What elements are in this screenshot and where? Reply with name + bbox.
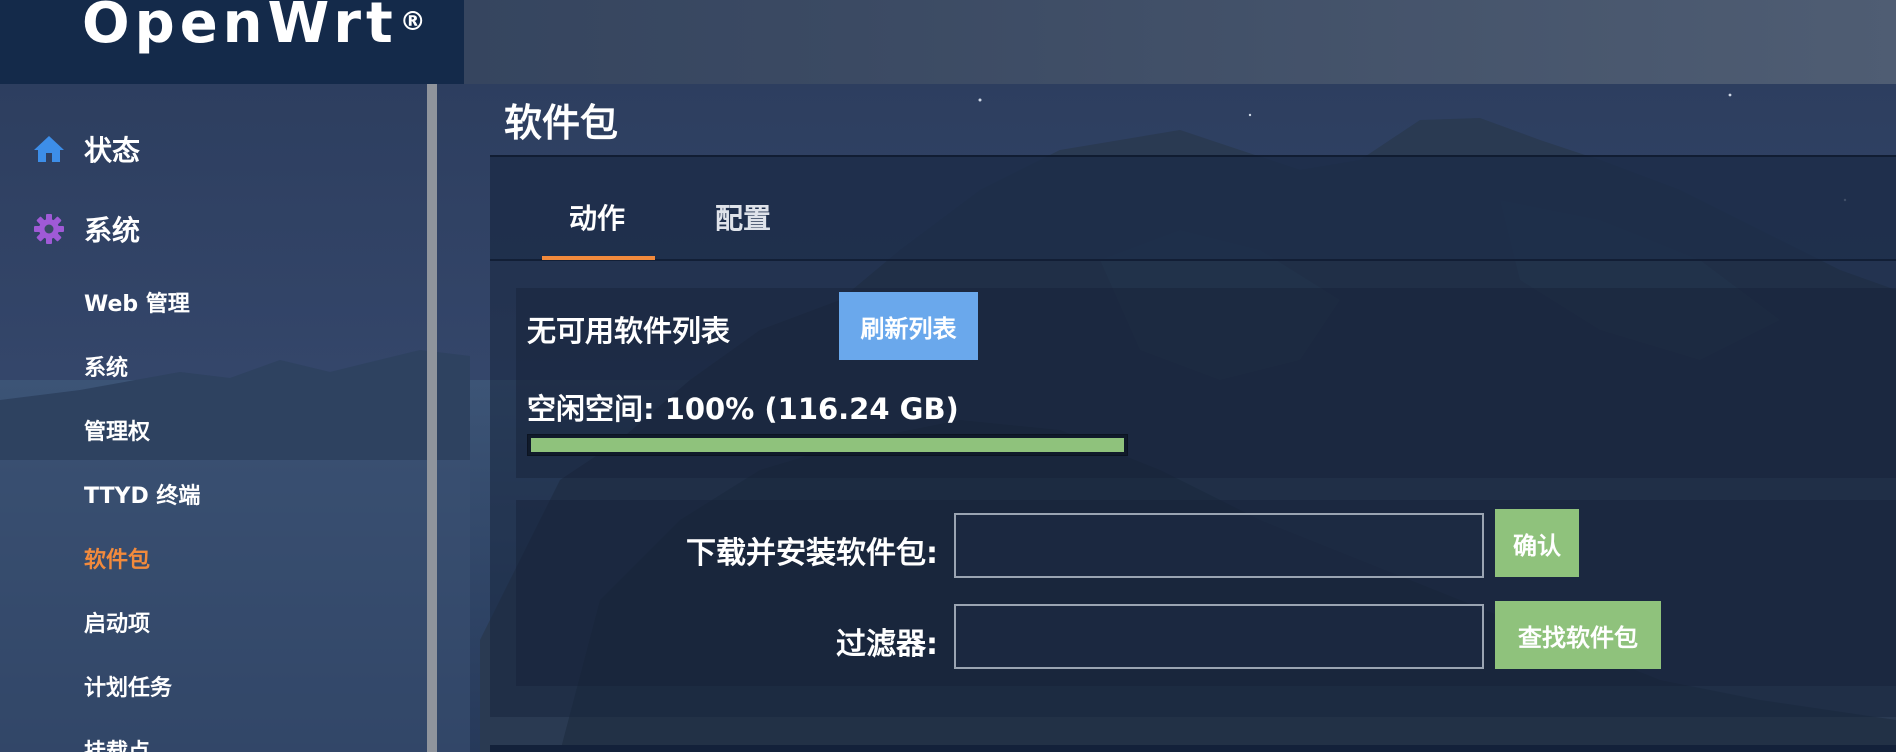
- sidebar-item-ttyd[interactable]: TTYD 终端: [84, 478, 200, 510]
- brand-registered-mark: ®: [399, 7, 431, 37]
- download-package-input[interactable]: [954, 513, 1484, 578]
- home-icon: [32, 132, 66, 166]
- sidebar-group-label: 状态: [84, 134, 141, 167]
- section-bottom-border: [490, 745, 1896, 752]
- find-package-button[interactable]: 查找软件包: [1495, 601, 1661, 669]
- sidebar: 状态 系统 Web 管理 系统 管理权 TTYD 终端 软件包 启动项 计划任务: [0, 84, 428, 752]
- free-space-progress-fill: [531, 438, 1124, 452]
- sidebar-item-system[interactable]: 系统: [84, 350, 128, 382]
- brand-area[interactable]: OpenWrt®: [0, 0, 464, 84]
- tab-configuration[interactable]: 配置: [715, 197, 771, 237]
- sidebar-group-label: 系统: [84, 214, 141, 247]
- free-space-text: 空闲空间: 100% (116.24 GB): [527, 392, 959, 426]
- brand-name: OpenWrt: [82, 0, 398, 56]
- sidebar-item-scheduled-tasks[interactable]: 计划任务: [84, 670, 172, 702]
- tab-actions[interactable]: 动作: [569, 197, 625, 237]
- filter-input[interactable]: [954, 604, 1484, 669]
- download-install-label: 下载并安装软件包:: [686, 536, 938, 571]
- sidebar-item-startup[interactable]: 启动项: [84, 606, 150, 638]
- active-tab-indicator: [542, 256, 655, 260]
- free-space-progress-bar: [527, 434, 1128, 456]
- sidebar-item-admin[interactable]: 管理权: [84, 414, 150, 446]
- sidebar-scrollbar[interactable]: [427, 84, 437, 752]
- confirm-button[interactable]: 确认: [1495, 509, 1579, 577]
- filter-label: 过滤器:: [836, 627, 938, 662]
- no-package-list-text: 无可用软件列表: [527, 314, 731, 348]
- refresh-list-button[interactable]: 刷新列表: [839, 292, 978, 360]
- gear-icon: [32, 212, 66, 246]
- tab-bar: 动作 配置: [490, 157, 1896, 261]
- sidebar-item-web-admin[interactable]: Web 管理: [84, 286, 190, 318]
- sidebar-item-mount-points[interactable]: 挂载点: [84, 734, 150, 752]
- brand-logo[interactable]: OpenWrt®: [82, 0, 431, 52]
- top-header: OpenWrt®: [0, 0, 1896, 84]
- sidebar-item-software[interactable]: 软件包: [84, 542, 150, 574]
- page-title: 软件包: [504, 101, 619, 145]
